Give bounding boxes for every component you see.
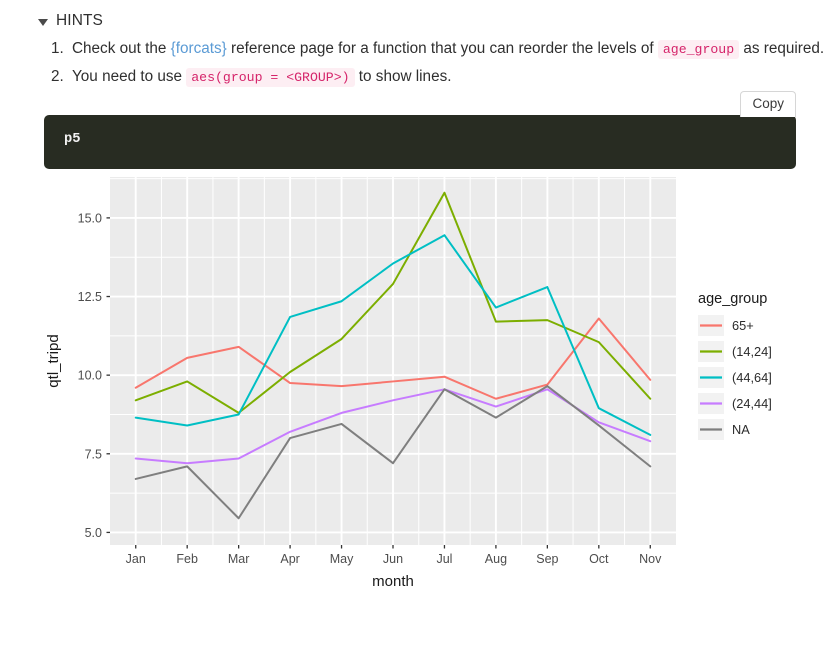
x-axis-title: month	[372, 573, 414, 590]
x-axis-label: Jun	[383, 552, 403, 566]
code-content: p5	[64, 131, 81, 147]
code-chunk: Copy p5	[44, 90, 796, 169]
legend-title: age_group	[698, 291, 767, 307]
x-axis-label: Feb	[176, 552, 198, 566]
hint-2-post: to show lines.	[354, 68, 452, 86]
x-axis-label: Jul	[436, 552, 452, 566]
hints-toggle[interactable]: HINTS	[38, 12, 840, 30]
x-axis-label: Oct	[589, 552, 609, 566]
y-axis-label: 10.0	[78, 368, 102, 382]
legend-label: NA	[732, 422, 750, 437]
legend-label: (24,44]	[732, 396, 772, 411]
legend-label: 65+	[732, 318, 754, 333]
triangle-down-icon	[38, 18, 48, 26]
y-axis-label: 5.0	[85, 526, 102, 540]
x-axis-label: May	[330, 552, 354, 566]
x-axis-label: Apr	[280, 552, 299, 566]
ggplot-output: 5.0 7.5 10.0 12.5 15.0 Jan Feb Mar Apr May Jun Jul A…	[0, 176, 840, 597]
code-block: p5	[44, 114, 796, 169]
hint-2-pre: You need to use	[72, 68, 187, 86]
hint-1-post: as required.	[739, 40, 825, 57]
legend-label: (14,24]	[732, 344, 772, 359]
hint-item-2: You need to use aes(group = <GROUP>) to …	[68, 64, 840, 90]
y-axis-title: qtl_tripd	[45, 334, 62, 387]
hints-section: HINTS Check out the {forcats} reference …	[0, 0, 840, 91]
hints-heading: HINTS	[56, 12, 103, 29]
copy-button[interactable]: Copy	[740, 90, 796, 117]
y-axis-label: 12.5	[78, 290, 102, 304]
chart-svg: 5.0 7.5 10.0 12.5 15.0 Jan Feb Mar Apr May Jun Jul A…	[45, 176, 772, 590]
x-axis-label: Nov	[639, 552, 662, 566]
hint-1-code: age_group	[657, 40, 740, 59]
forcats-link[interactable]: {forcats}	[171, 40, 227, 57]
legend-label: (44,64]	[732, 370, 772, 385]
y-axis-label: 15.0	[78, 211, 102, 225]
hint-1-mid: reference page for a function that you c…	[226, 40, 658, 57]
x-axis-label: Aug	[485, 552, 507, 566]
hints-list: Check out the {forcats} reference page f…	[38, 36, 840, 91]
hint-1-pre: Check out the	[72, 40, 171, 57]
y-axis-label: 7.5	[85, 447, 102, 461]
hint-2-code: aes(group = <GROUP>)	[186, 68, 355, 88]
plot-figure: 5.0 7.5 10.0 12.5 15.0 Jan Feb Mar Apr May Jun Jul A…	[0, 176, 840, 597]
hint-item-1: Check out the {forcats} reference page f…	[68, 36, 840, 62]
x-axis-label: Jan	[126, 552, 146, 566]
x-axis-label: Mar	[228, 552, 250, 566]
x-axis-label: Sep	[536, 552, 558, 566]
